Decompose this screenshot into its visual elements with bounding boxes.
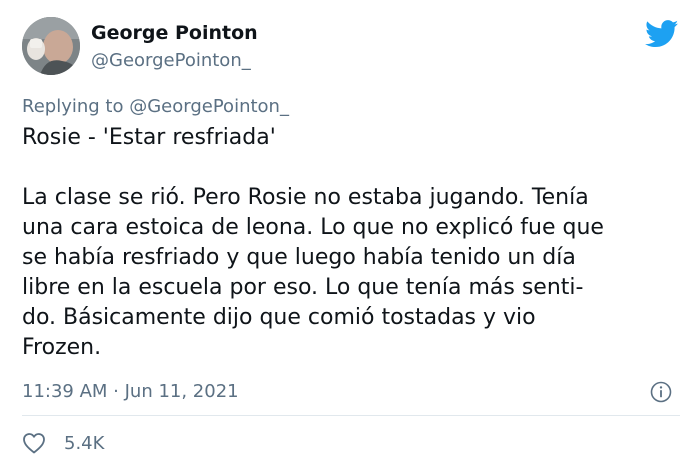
- like-count: 5.4K: [64, 432, 105, 454]
- tweet-text: Rosie - 'Estar resfriada' La clase se ri…: [22, 123, 682, 363]
- info-icon[interactable]: [650, 381, 672, 403]
- like-action[interactable]: 5.4K: [22, 430, 104, 456]
- tweet-text-line: Rosie - 'Estar resfriada': [22, 125, 276, 150]
- tweet-text-line: se había resfriado y que luego había ten…: [22, 245, 576, 270]
- heart-icon[interactable]: [22, 432, 46, 454]
- avatar-photo: [22, 17, 80, 75]
- tweet-timestamp[interactable]: 11:39 AM · Jun 11, 2021: [22, 381, 239, 402]
- tweet-text-line: Frozen.: [22, 335, 102, 360]
- tweet-text-line: libre en la escuela por eso. Lo que tení…: [22, 275, 584, 300]
- replying-to-label: Replying to: [22, 96, 124, 117]
- tweet-card: George Pointon @GeorgePointon_ Replying …: [0, 0, 700, 472]
- twitter-bird-icon[interactable]: [645, 20, 679, 48]
- reply-mention-link[interactable]: @GeorgePointon_: [129, 96, 289, 117]
- avatar[interactable]: [22, 17, 80, 75]
- tweet-text-line: do. Básicamente dijo que comió tostadas …: [22, 305, 536, 330]
- user-handle[interactable]: @GeorgePointon_: [91, 50, 251, 71]
- display-name[interactable]: George Pointon: [91, 22, 258, 44]
- divider: [22, 415, 680, 416]
- tweet-text-line: una cara estoica de leona. Lo que no exp…: [22, 215, 604, 240]
- replying-to: Replying to @GeorgePointon_: [22, 96, 289, 117]
- tweet-text-line: La clase se rió. Pero Rosie no estaba ju…: [22, 185, 589, 210]
